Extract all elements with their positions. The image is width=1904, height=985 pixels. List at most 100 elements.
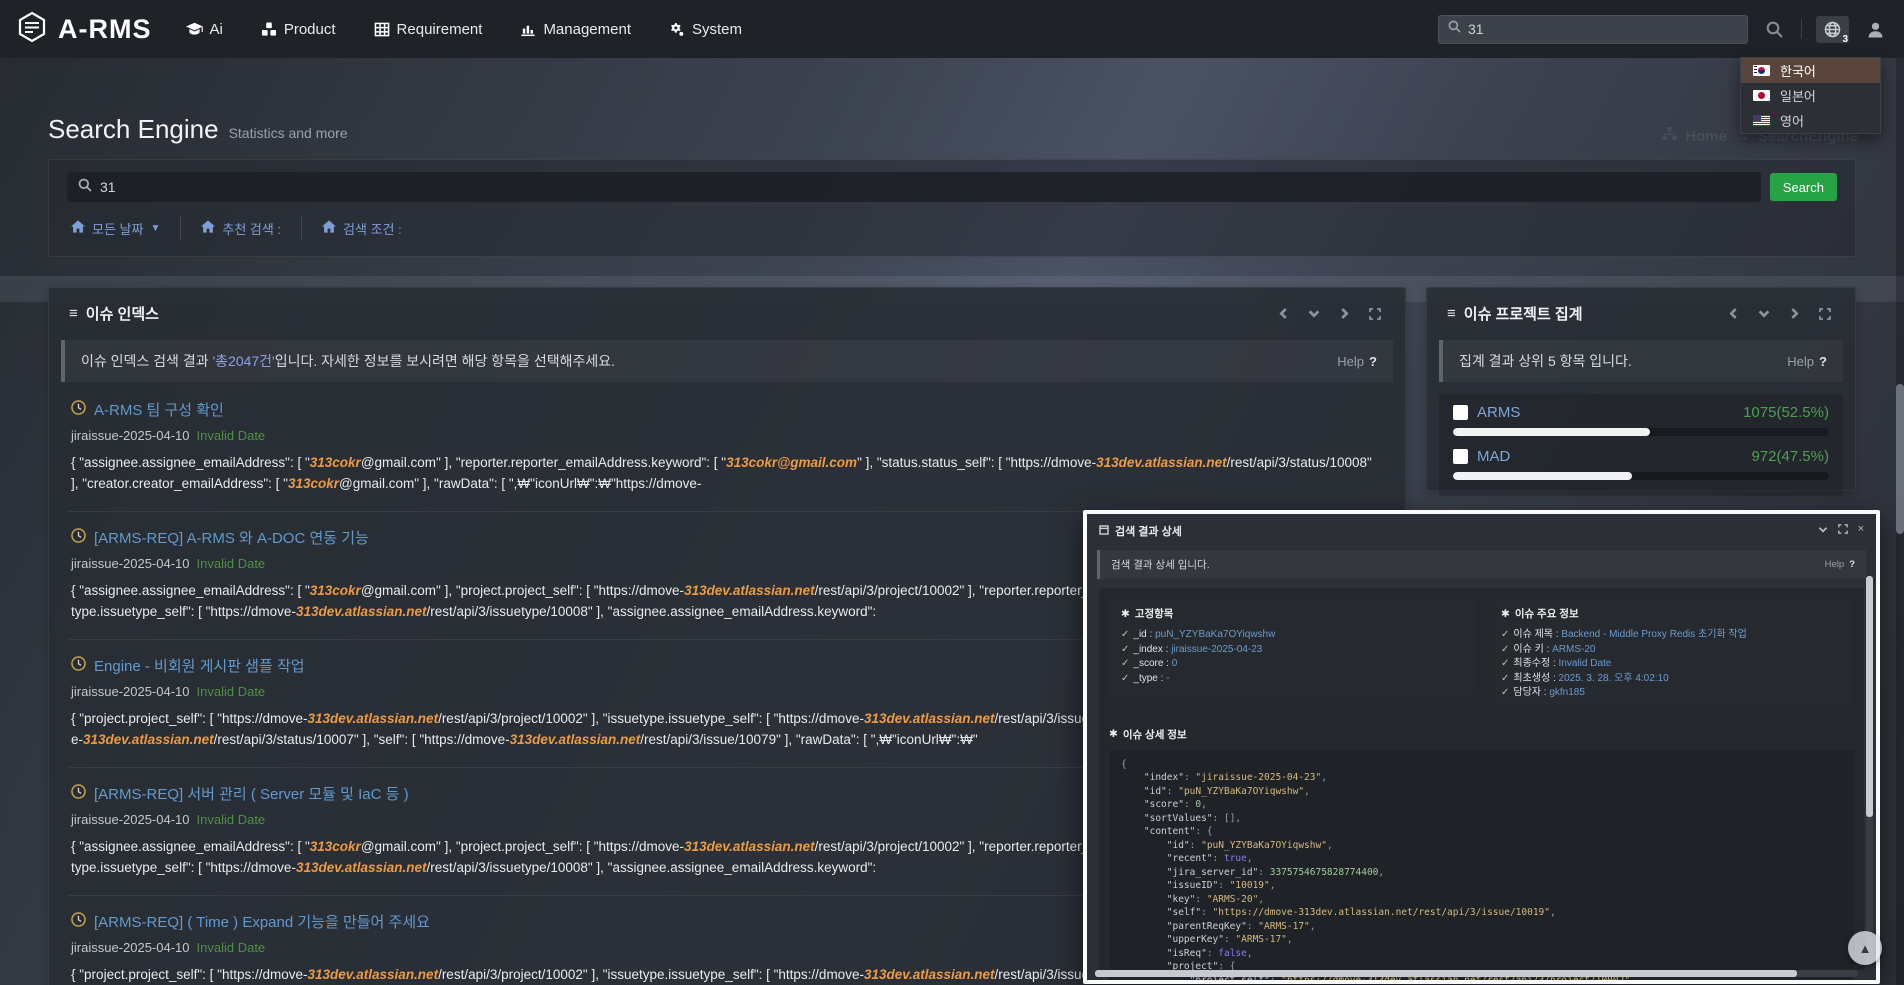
scrollbar-thumb[interactable] xyxy=(1866,576,1873,817)
help-badge[interactable]: Help? xyxy=(1825,559,1855,570)
asterisk-icon: ✱ xyxy=(1121,608,1130,620)
breadcrumb-home[interactable]: Home xyxy=(1685,128,1727,145)
expand-icon[interactable] xyxy=(1819,308,1831,320)
search-button[interactable]: Search xyxy=(1770,173,1837,201)
navbar-search-input[interactable] xyxy=(1468,21,1738,37)
lang-item-japanese[interactable]: 일본어 xyxy=(1741,83,1880,108)
sitemap-icon xyxy=(1662,127,1677,145)
result-title-link[interactable]: [ARMS-REQ] A-RMS 와 A-DOC 연동 기능 xyxy=(94,527,369,548)
search-panel: Search 모든 날짜 ▼ 추천 검색 : 검색 조건 : xyxy=(48,159,1856,257)
clock-icon xyxy=(71,528,86,548)
scrollbar-thumb[interactable] xyxy=(1896,384,1904,534)
card-title: ✱ 이슈 주요 정보 xyxy=(1501,606,1842,621)
menu-item-product[interactable]: Product xyxy=(261,21,336,38)
filter-label: 검색 조건 : xyxy=(343,219,402,238)
help-badge[interactable]: Help? xyxy=(1337,354,1377,369)
expand-icon[interactable] xyxy=(1369,308,1381,320)
result-title-link[interactable]: [ARMS-REQ] 서버 관리 ( Server 모듈 및 IaC 등 ) xyxy=(94,783,409,804)
chevron-right-icon[interactable] xyxy=(1789,308,1800,319)
brand-logo[interactable]: A-RMS xyxy=(16,11,152,48)
json-code-block: { "index": "jiraissue-2025-04-23", "id":… xyxy=(1109,750,1854,982)
help-badge[interactable]: Help? xyxy=(1787,354,1827,369)
result-title-link[interactable]: A-RMS 팀 구성 확인 xyxy=(94,399,224,420)
page-subtitle: Statistics and more xyxy=(229,125,348,141)
modal-body: ✱ 고정항목 ✓_id : puN_YZYBaKa7OYiqwshw ✓_ind… xyxy=(1099,588,1864,970)
lang-item-english[interactable]: 영어 xyxy=(1741,108,1880,133)
window-icon xyxy=(1099,525,1109,538)
filter-search-condition[interactable]: 검색 조건 : xyxy=(302,219,422,238)
korea-flag-icon xyxy=(1753,65,1770,76)
lang-item-korean[interactable]: 한국어 xyxy=(1741,58,1880,83)
menu-item-system[interactable]: System xyxy=(669,21,742,38)
chevron-down-icon: ▼ xyxy=(150,223,160,234)
filter-recommended-search[interactable]: 추천 검색 : xyxy=(181,219,301,238)
close-icon[interactable]: × xyxy=(1858,523,1864,535)
japan-flag-icon xyxy=(1753,90,1770,101)
clock-icon xyxy=(71,784,86,804)
chevron-down-icon[interactable] xyxy=(1758,308,1770,319)
menu-item-ai[interactable]: Ai xyxy=(186,21,223,38)
navbar-right: 3 xyxy=(1438,15,1888,44)
clock-icon xyxy=(71,912,86,932)
scroll-to-top-button[interactable]: ▲ xyxy=(1848,931,1882,965)
invalid-date-label: Invalid Date xyxy=(197,812,266,827)
us-flag-icon xyxy=(1753,115,1770,126)
search-detail-modal: 검색 결과 상세 × 검색 결과 상세 입니다. Help? ✱ 고정항목 ✓_… xyxy=(1083,510,1880,984)
chevron-down-icon[interactable] xyxy=(1308,308,1320,319)
invalid-date-label: Invalid Date xyxy=(197,556,266,571)
modal-vertical-scrollbar xyxy=(1866,576,1873,964)
check-icon: ✓ xyxy=(1501,644,1509,655)
collapse-icon[interactable] xyxy=(1818,525,1828,534)
field-row: ✓_index : jiraissue-2025-04-23 xyxy=(1121,643,1462,658)
bar-chart-icon xyxy=(520,22,536,37)
navbar: A-RMS Ai Product Requirement Management … xyxy=(0,0,1904,58)
main-search-input[interactable] xyxy=(100,179,1750,195)
user-icon[interactable] xyxy=(1863,17,1888,42)
project-label[interactable]: ARMS xyxy=(1477,404,1520,421)
asterisk-icon: ✱ xyxy=(1109,728,1118,740)
menu-item-requirement[interactable]: Requirement xyxy=(374,21,483,38)
chevron-right-icon[interactable] xyxy=(1339,308,1350,319)
navbar-divider xyxy=(1801,19,1802,39)
project-checkbox[interactable] xyxy=(1453,405,1468,420)
maximize-icon[interactable] xyxy=(1838,524,1848,534)
panel-controls xyxy=(1278,308,1381,320)
project-aggregation-panel: ≡ 이슈 프로젝트 집계 집계 결과 상위 5 항목 입니다. Help? xyxy=(1426,287,1856,491)
project-label[interactable]: MAD xyxy=(1477,448,1510,465)
progress-fill xyxy=(1453,472,1632,480)
result-title-link[interactable]: [ARMS-REQ] ( Time ) Expand 기능을 만들어 주세요 xyxy=(94,911,430,932)
invalid-date-label: Invalid Date xyxy=(197,940,266,955)
menu-label: Product xyxy=(284,21,336,38)
progress-bar xyxy=(1453,472,1829,480)
search-icon xyxy=(78,178,92,197)
panel-title-project-agg: ≡ 이슈 프로젝트 집계 xyxy=(1447,303,1583,324)
field-row: ✓최초생성 : 2025. 3. 28. 오후 4:02:10 xyxy=(1501,672,1842,687)
main-menu: Ai Product Requirement Management System xyxy=(186,21,743,38)
filter-all-dates[interactable]: 모든 날짜 ▼ xyxy=(67,219,180,238)
menu-label: Ai xyxy=(210,21,223,38)
chevron-left-icon[interactable] xyxy=(1728,308,1739,319)
menu-label: Management xyxy=(543,21,631,38)
scrollbar-thumb[interactable] xyxy=(1095,970,1797,977)
project-checkbox[interactable] xyxy=(1453,449,1468,464)
field-row: ✓최종수정 : Invalid Date xyxy=(1501,657,1842,672)
chevron-left-icon[interactable] xyxy=(1278,308,1289,319)
cubes-icon xyxy=(261,22,277,37)
search-submit-icon[interactable] xyxy=(1762,17,1787,42)
field-row: ✓담당자 : gkfn185 xyxy=(1501,686,1842,701)
menu-item-management[interactable]: Management xyxy=(520,21,631,38)
list-icon: ≡ xyxy=(1447,305,1456,322)
gears-icon xyxy=(669,22,685,37)
lang-label: 한국어 xyxy=(1780,61,1816,80)
field-row: ✓_type : - xyxy=(1121,672,1462,687)
main-search-box xyxy=(67,172,1761,202)
issue-info-card: ✱ 이슈 주요 정보 ✓이슈 제목 : Backend - Middle Pro… xyxy=(1489,598,1854,711)
result-title-link[interactable]: Engine - 비회원 게시판 샘플 작업 xyxy=(94,655,305,676)
lang-label: 일본어 xyxy=(1780,86,1816,105)
language-globe-button[interactable]: 3 xyxy=(1816,16,1849,43)
progress-bar xyxy=(1453,428,1829,436)
field-row: ✓_score : 0 xyxy=(1121,657,1462,672)
fixed-fields-card: ✱ 고정항목 ✓_id : puN_YZYBaKa7OYiqwshw ✓_ind… xyxy=(1109,598,1474,696)
page-title: Search Engine xyxy=(48,114,219,145)
panel-controls xyxy=(1728,308,1831,320)
